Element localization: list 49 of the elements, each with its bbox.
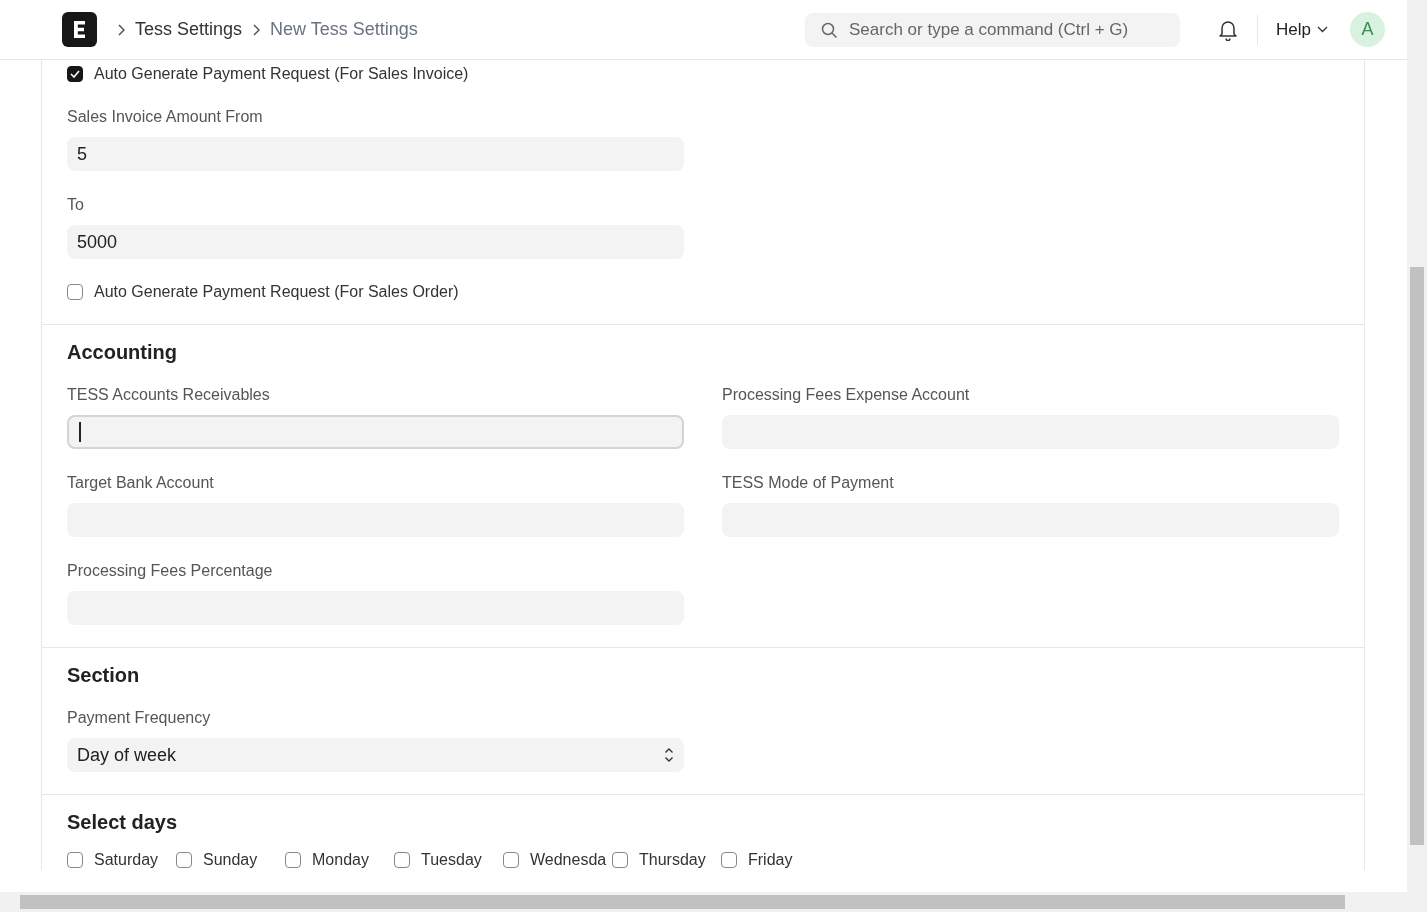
help-menu-button[interactable]: Help [1276, 16, 1328, 43]
field-label: Processing Fees Expense Account [722, 386, 971, 404]
checkbox-label: Friday [748, 850, 793, 870]
checkbox[interactable] [285, 852, 301, 868]
app-logo[interactable] [62, 12, 97, 47]
search-icon [821, 21, 839, 39]
horizontal-scrollbar[interactable] [0, 892, 1427, 912]
checkbox[interactable] [503, 852, 519, 868]
checkbox[interactable] [394, 852, 410, 868]
checkmark-icon [70, 70, 80, 78]
field-label: TESS Accounts Receivables [67, 386, 271, 404]
field-label: TESS Mode of Payment [722, 474, 895, 492]
checkbox[interactable] [612, 852, 628, 868]
field-label: Payment Frequency [67, 709, 212, 727]
select-field[interactable]: Day of week [67, 738, 684, 772]
breadcrumb-link[interactable]: New Tess Settings [270, 16, 418, 43]
checkbox[interactable] [67, 66, 83, 82]
section-heading: Select days [67, 810, 179, 834]
field-label: To [67, 196, 85, 214]
up-down-chevron-icon [664, 747, 674, 763]
chevron-down-icon [1317, 26, 1328, 33]
checkbox-label: Monday [312, 850, 369, 870]
input-field[interactable] [67, 415, 684, 449]
breadcrumb-link[interactable]: Tess Settings [135, 16, 243, 43]
checkbox[interactable] [67, 852, 83, 868]
input-field[interactable]: 5000 [67, 225, 684, 259]
checkbox-label: Saturday [94, 850, 159, 870]
chevron-right-icon [117, 23, 125, 36]
input-field[interactable]: 5 [67, 137, 684, 171]
search-field[interactable]: Search or type a command (Ctrl + G) [805, 12, 1181, 47]
section-heading: Section [67, 663, 141, 687]
checkbox[interactable] [67, 284, 83, 300]
checkbox-label: Thursday [639, 850, 706, 870]
user-avatar[interactable]: A [1350, 12, 1385, 47]
checkbox-label: Wednesda [530, 850, 607, 870]
checkbox-label: Auto Generate Payment Request (For Sales Invoice) [94, 64, 469, 84]
checkbox-label: Sunday [203, 850, 258, 870]
checkbox-label: Tuesday [421, 850, 482, 870]
section-heading: Accounting [67, 340, 178, 364]
text-cursor [79, 422, 81, 442]
checkbox[interactable] [721, 852, 737, 868]
checkbox[interactable] [176, 852, 192, 868]
field-label: Target Bank Account [67, 474, 215, 492]
notification-bell-icon[interactable] [1218, 18, 1239, 41]
field-label: Processing Fees Percentage [67, 562, 274, 580]
chevron-right-icon [252, 23, 261, 36]
field-label: Sales Invoice Amount From [67, 108, 264, 126]
checkbox-label: Auto Generate Payment Request (For Sales Order) [94, 282, 459, 302]
vertical-scrollbar[interactable] [1407, 0, 1427, 892]
